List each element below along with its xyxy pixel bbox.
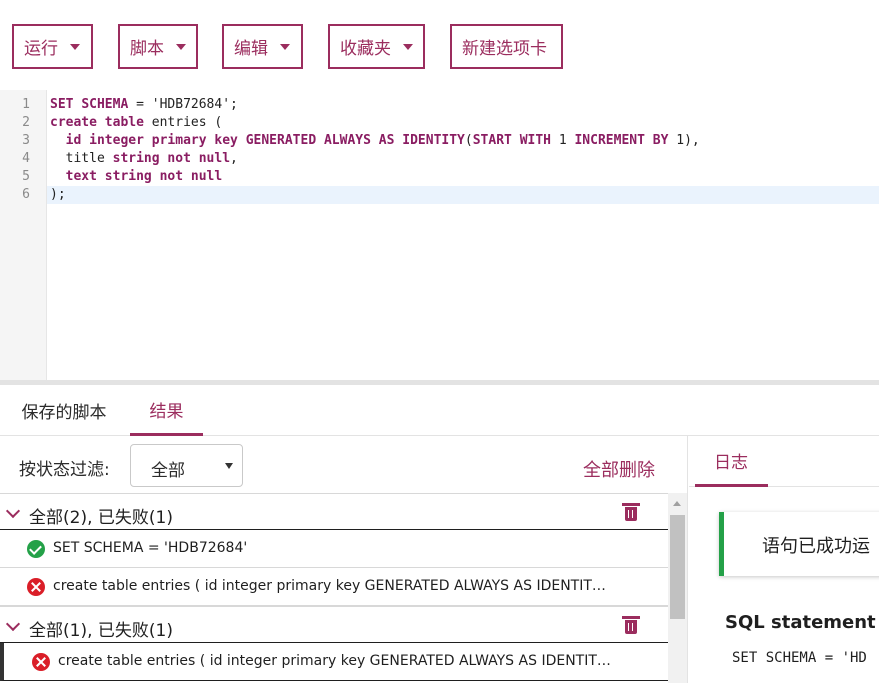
log-tab-bar: 日志 bbox=[689, 436, 879, 487]
log-success-message: 语句已成功运 bbox=[719, 512, 879, 576]
sql-statement-heading: SQL statement bbox=[725, 612, 876, 633]
tab-saved-scripts[interactable]: 保存的脚本 bbox=[0, 385, 128, 436]
code-line-active[interactable]: ); bbox=[47, 186, 879, 204]
tab-results[interactable]: 结果 bbox=[130, 385, 203, 436]
line-number: 2 bbox=[22, 115, 30, 130]
result-group-header[interactable]: 全部(1), 已失败(1) bbox=[0, 606, 668, 643]
result-item-text: SET SCHEMA = 'HDB72684' bbox=[53, 540, 248, 556]
chevron-down-icon bbox=[70, 43, 80, 50]
line-number: 5 bbox=[22, 169, 30, 184]
code-line[interactable]: text string not null bbox=[50, 168, 879, 186]
results-scrollbar[interactable] bbox=[668, 493, 687, 683]
chevron-down-icon bbox=[176, 43, 186, 50]
delete-all-link[interactable]: 全部删除 bbox=[583, 456, 655, 482]
favorites-menu-button[interactable]: 收藏夹 bbox=[328, 24, 425, 69]
code-line[interactable]: SET SCHEMA = 'HDB72684'; bbox=[50, 96, 879, 114]
scrollbar-thumb[interactable] bbox=[670, 515, 685, 619]
line-number-gutter: 1 2 3 4 5 6 bbox=[0, 90, 47, 380]
result-item-selected[interactable]: create table entries ( id integer primar… bbox=[0, 643, 668, 681]
dropdown-arrow-icon bbox=[225, 463, 233, 469]
chevron-down-icon[interactable] bbox=[5, 616, 21, 632]
code-line[interactable]: id integer primary key GENERATED ALWAYS … bbox=[50, 132, 879, 150]
scroll-up-arrow-icon[interactable] bbox=[673, 501, 681, 506]
sql-statement-text: SET SCHEMA = 'HD bbox=[732, 650, 867, 666]
group-title: 全部(1), 已失败(1) bbox=[29, 621, 173, 641]
code-area[interactable]: SET SCHEMA = 'HDB72684'; create table en… bbox=[47, 96, 879, 204]
tab-log[interactable]: 日志 bbox=[695, 436, 768, 487]
result-item[interactable]: SET SCHEMA = 'HDB72684' bbox=[0, 530, 668, 568]
error-icon bbox=[32, 653, 50, 671]
filter-row: 按状态过滤: 全部 全部删除 bbox=[0, 436, 688, 493]
trash-icon[interactable] bbox=[622, 616, 640, 634]
result-item-text: create table entries ( id integer primar… bbox=[58, 653, 614, 669]
log-panel: 日志 语句已成功运 SQL statement SET SCHEMA = 'HD bbox=[689, 436, 879, 683]
result-item-text: create table entries ( id integer primar… bbox=[53, 578, 613, 594]
line-number: 6 bbox=[22, 187, 30, 202]
bottom-tab-bar: 保存的脚本 结果 bbox=[0, 385, 879, 436]
chevron-down-icon[interactable] bbox=[5, 503, 21, 519]
result-group-header[interactable]: 全部(2), 已失败(1) bbox=[0, 493, 668, 530]
error-icon bbox=[27, 578, 45, 596]
run-menu-label: 运行 bbox=[24, 39, 58, 59]
sql-editor[interactable]: 1 2 3 4 5 6 SET SCHEMA = 'HDB72684'; cre… bbox=[0, 90, 879, 380]
status-filter-value: 全部 bbox=[151, 461, 185, 481]
script-menu-button[interactable]: 脚本 bbox=[118, 24, 198, 69]
code-line[interactable]: title string not null, bbox=[50, 150, 879, 168]
result-item[interactable]: create table entries ( id integer primar… bbox=[0, 568, 668, 606]
chevron-down-icon bbox=[403, 43, 413, 50]
toolbar: 运行 脚本 编辑 收藏夹 新建选项卡 bbox=[0, 0, 879, 90]
trash-icon[interactable] bbox=[622, 503, 640, 521]
run-menu-button[interactable]: 运行 bbox=[12, 24, 93, 69]
status-filter-select[interactable]: 全部 bbox=[130, 444, 243, 487]
group-title: 全部(2), 已失败(1) bbox=[29, 508, 173, 528]
new-tab-label: 新建选项卡 bbox=[462, 39, 547, 59]
line-number: 1 bbox=[22, 97, 30, 112]
code-line[interactable]: create table entries ( bbox=[50, 114, 879, 132]
favorites-menu-label: 收藏夹 bbox=[340, 39, 391, 59]
success-icon bbox=[27, 540, 45, 558]
edit-menu-label: 编辑 bbox=[234, 39, 268, 59]
new-tab-button[interactable]: 新建选项卡 bbox=[450, 24, 563, 69]
script-menu-label: 脚本 bbox=[130, 39, 164, 59]
results-list: 全部(2), 已失败(1) SET SCHEMA = 'HDB72684' cr… bbox=[0, 493, 668, 683]
chevron-down-icon bbox=[280, 43, 290, 50]
results-panel: 按状态过滤: 全部 全部删除 全部(2), 已失败(1) SET SCHEMA … bbox=[0, 436, 688, 683]
log-message-text: 语句已成功运 bbox=[762, 536, 870, 557]
line-number: 4 bbox=[22, 151, 30, 166]
line-number: 3 bbox=[22, 133, 30, 148]
edit-menu-button[interactable]: 编辑 bbox=[222, 24, 303, 69]
filter-label: 按状态过滤: bbox=[19, 460, 110, 480]
